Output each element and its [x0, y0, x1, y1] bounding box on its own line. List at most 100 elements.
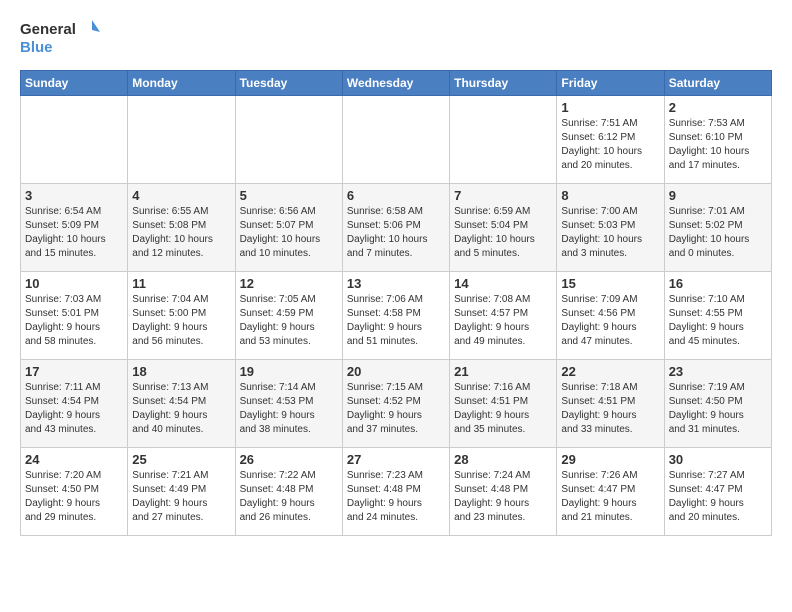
day-info: Sunrise: 6:59 AM Sunset: 5:04 PM Dayligh… [454, 205, 552, 261]
day-info: Sunrise: 7:13 AM Sunset: 4:54 PM Dayligh… [132, 381, 230, 437]
day-number: 12 [240, 276, 338, 291]
day-number: 21 [454, 364, 552, 379]
calendar-cell: 28 Sunrise: 7:24 AM Sunset: 4:48 PM Dayli… [450, 448, 557, 536]
day-info: Sunrise: 7:03 AM Sunset: 5:01 PM Dayligh… [25, 293, 123, 349]
day-info: Sunrise: 7:14 AM Sunset: 4:53 PM Dayligh… [240, 381, 338, 437]
day-number: 14 [454, 276, 552, 291]
calendar-cell: 1 Sunrise: 7:51 AM Sunset: 6:12 PM Daylig… [557, 96, 664, 184]
calendar-cell: 21Sunrise: 7:16 AM Sunset: 4:51 PM Dayli… [450, 360, 557, 448]
calendar-cell: 29 Sunrise: 7:26 AM Sunset: 4:47 PM Dayli… [557, 448, 664, 536]
day-number: 1 [561, 100, 659, 115]
page: General Blue SundayMondayTuesdayWednesda… [0, 0, 792, 552]
day-info: Sunrise: 7:01 AM Sunset: 5:02 PM Dayligh… [669, 205, 767, 261]
week-row-5: 24Sunrise: 7:20 AM Sunset: 4:50 PM Dayli… [21, 448, 772, 536]
calendar-cell: 13 Sunrise: 7:06 AM Sunset: 4:58 PM Dayli… [342, 272, 449, 360]
calendar-cell: 18 Sunrise: 7:13 AM Sunset: 4:54 PM Dayli… [128, 360, 235, 448]
weekday-header-wednesday: Wednesday [342, 71, 449, 96]
header: General Blue [20, 16, 772, 60]
day-number: 9 [669, 188, 767, 203]
week-row-3: 10 Sunrise: 7:03 AM Sunset: 5:01 PM Dayli… [21, 272, 772, 360]
day-number: 23 [669, 364, 767, 379]
calendar-cell: 24Sunrise: 7:20 AM Sunset: 4:50 PM Dayli… [21, 448, 128, 536]
calendar-cell: 17 Sunrise: 7:11 AM Sunset: 4:54 PM Dayli… [21, 360, 128, 448]
day-info: Sunrise: 7:53 AM Sunset: 6:10 PM Dayligh… [669, 117, 767, 173]
day-info: Sunrise: 7:00 AM Sunset: 5:03 PM Dayligh… [561, 205, 659, 261]
day-info: Sunrise: 7:27 AM Sunset: 4:47 PM Dayligh… [669, 469, 767, 525]
calendar-cell: 2 Sunrise: 7:53 AM Sunset: 6:10 PM Daylig… [664, 96, 771, 184]
day-info: Sunrise: 6:58 AM Sunset: 5:06 PM Dayligh… [347, 205, 445, 261]
day-number: 6 [347, 188, 445, 203]
calendar-cell: 22Sunrise: 7:18 AM Sunset: 4:51 PM Dayli… [557, 360, 664, 448]
day-number: 3 [25, 188, 123, 203]
calendar-cell: 26 Sunrise: 7:22 AM Sunset: 4:48 PM Dayli… [235, 448, 342, 536]
day-info: Sunrise: 7:23 AM Sunset: 4:48 PM Dayligh… [347, 469, 445, 525]
calendar-cell [128, 96, 235, 184]
calendar-cell: 5Sunrise: 6:56 AM Sunset: 5:07 PM Daylig… [235, 184, 342, 272]
day-number: 7 [454, 188, 552, 203]
day-number: 28 [454, 452, 552, 467]
week-row-2: 3 Sunrise: 6:54 AM Sunset: 5:09 PM Daylig… [21, 184, 772, 272]
calendar-cell [21, 96, 128, 184]
day-info: Sunrise: 7:10 AM Sunset: 4:55 PM Dayligh… [669, 293, 767, 349]
day-info: Sunrise: 6:54 AM Sunset: 5:09 PM Dayligh… [25, 205, 123, 261]
calendar-cell: 7 Sunrise: 6:59 AM Sunset: 5:04 PM Daylig… [450, 184, 557, 272]
weekday-header-friday: Friday [557, 71, 664, 96]
day-info: Sunrise: 7:08 AM Sunset: 4:57 PM Dayligh… [454, 293, 552, 349]
day-number: 27 [347, 452, 445, 467]
weekday-header-row: SundayMondayTuesdayWednesdayThursdayFrid… [21, 71, 772, 96]
day-info: Sunrise: 7:15 AM Sunset: 4:52 PM Dayligh… [347, 381, 445, 437]
weekday-header-tuesday: Tuesday [235, 71, 342, 96]
calendar-cell: 19 Sunrise: 7:14 AM Sunset: 4:53 PM Dayli… [235, 360, 342, 448]
day-info: Sunrise: 7:21 AM Sunset: 4:49 PM Dayligh… [132, 469, 230, 525]
day-info: Sunrise: 7:24 AM Sunset: 4:48 PM Dayligh… [454, 469, 552, 525]
day-info: Sunrise: 7:06 AM Sunset: 4:58 PM Dayligh… [347, 293, 445, 349]
weekday-header-sunday: Sunday [21, 71, 128, 96]
calendar-cell: 4Sunrise: 6:55 AM Sunset: 5:08 PM Daylig… [128, 184, 235, 272]
week-row-1: 1 Sunrise: 7:51 AM Sunset: 6:12 PM Daylig… [21, 96, 772, 184]
day-number: 16 [669, 276, 767, 291]
day-info: Sunrise: 7:18 AM Sunset: 4:51 PM Dayligh… [561, 381, 659, 437]
svg-text:General: General [20, 21, 76, 38]
day-number: 17 [25, 364, 123, 379]
day-info: Sunrise: 7:51 AM Sunset: 6:12 PM Dayligh… [561, 117, 659, 173]
day-number: 11 [132, 276, 230, 291]
calendar-cell: 11 Sunrise: 7:04 AM Sunset: 5:00 PM Dayli… [128, 272, 235, 360]
calendar-cell: 20Sunrise: 7:15 AM Sunset: 4:52 PM Dayli… [342, 360, 449, 448]
day-number: 29 [561, 452, 659, 467]
day-info: Sunrise: 7:09 AM Sunset: 4:56 PM Dayligh… [561, 293, 659, 349]
day-number: 2 [669, 100, 767, 115]
calendar-cell: 25 Sunrise: 7:21 AM Sunset: 4:49 PM Dayli… [128, 448, 235, 536]
day-info: Sunrise: 7:22 AM Sunset: 4:48 PM Dayligh… [240, 469, 338, 525]
calendar-cell [342, 96, 449, 184]
day-info: Sunrise: 6:56 AM Sunset: 5:07 PM Dayligh… [240, 205, 338, 261]
calendar-cell: 10 Sunrise: 7:03 AM Sunset: 5:01 PM Dayli… [21, 272, 128, 360]
day-info: Sunrise: 7:26 AM Sunset: 4:47 PM Dayligh… [561, 469, 659, 525]
day-number: 13 [347, 276, 445, 291]
calendar-cell [450, 96, 557, 184]
day-number: 15 [561, 276, 659, 291]
day-number: 25 [132, 452, 230, 467]
calendar-cell [235, 96, 342, 184]
day-info: Sunrise: 7:11 AM Sunset: 4:54 PM Dayligh… [25, 381, 123, 437]
weekday-header-saturday: Saturday [664, 71, 771, 96]
day-number: 26 [240, 452, 338, 467]
weekday-header-thursday: Thursday [450, 71, 557, 96]
day-info: Sunrise: 7:20 AM Sunset: 4:50 PM Dayligh… [25, 469, 123, 525]
day-number: 19 [240, 364, 338, 379]
day-number: 18 [132, 364, 230, 379]
day-info: Sunrise: 7:19 AM Sunset: 4:50 PM Dayligh… [669, 381, 767, 437]
day-info: Sunrise: 6:55 AM Sunset: 5:08 PM Dayligh… [132, 205, 230, 261]
calendar-cell: 9 Sunrise: 7:01 AM Sunset: 5:02 PM Daylig… [664, 184, 771, 272]
calendar-cell: 6 Sunrise: 6:58 AM Sunset: 5:06 PM Daylig… [342, 184, 449, 272]
calendar-cell: 8Sunrise: 7:00 AM Sunset: 5:03 PM Daylig… [557, 184, 664, 272]
calendar-cell: 3 Sunrise: 6:54 AM Sunset: 5:09 PM Daylig… [21, 184, 128, 272]
weekday-header-monday: Monday [128, 71, 235, 96]
day-info: Sunrise: 7:04 AM Sunset: 5:00 PM Dayligh… [132, 293, 230, 349]
calendar-cell: 12 Sunrise: 7:05 AM Sunset: 4:59 PM Dayli… [235, 272, 342, 360]
day-number: 10 [25, 276, 123, 291]
day-info: Sunrise: 7:05 AM Sunset: 4:59 PM Dayligh… [240, 293, 338, 349]
calendar-cell: 27 Sunrise: 7:23 AM Sunset: 4:48 PM Dayli… [342, 448, 449, 536]
calendar-cell: 14 Sunrise: 7:08 AM Sunset: 4:57 PM Dayli… [450, 272, 557, 360]
calendar-cell: 15 Sunrise: 7:09 AM Sunset: 4:56 PM Dayli… [557, 272, 664, 360]
logo: General Blue [20, 16, 104, 60]
